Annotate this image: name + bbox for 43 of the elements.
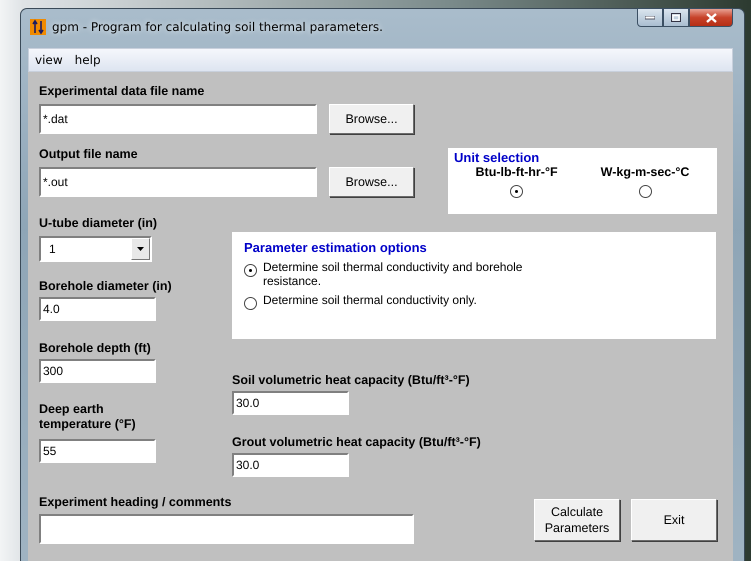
text-field[interactable]: *.dat (39, 104, 317, 134)
close-button[interactable] (689, 8, 733, 27)
browse-button[interactable]: Browse... (329, 104, 414, 134)
exit-button[interactable]: Exit (631, 499, 717, 541)
maximize-icon (671, 13, 681, 22)
field-label: U-tube diameter (in) (39, 216, 158, 231)
radio-button[interactable] (510, 185, 524, 198)
text-field[interactable] (39, 514, 414, 544)
text-field[interactable]: 55 (39, 439, 156, 463)
panel-title: Parameter estimation options (244, 240, 428, 255)
window-title: gpm - Program for calculating soil thermal parameters. (52, 20, 384, 34)
minimize-icon (645, 16, 655, 20)
option-label: W-kg-m-sec-°C (600, 165, 690, 180)
option-label: Determine soil thermal conductivity only. (263, 293, 478, 307)
field-label: Grout volumetric heat capacity (Btu/ft³-°F) (232, 435, 482, 450)
option-label: Determine soil thermal conductivity and borehole resistance. (263, 260, 524, 288)
close-icon (706, 12, 716, 22)
app-icon (30, 19, 46, 35)
minimize-button[interactable] (637, 8, 663, 27)
text-field[interactable]: 4.0 (39, 297, 156, 321)
panel-title: Unit selection (454, 150, 540, 165)
radio-button[interactable] (244, 264, 257, 277)
text-field[interactable]: *.out (39, 167, 317, 197)
field-label: Experiment heading / comments (39, 495, 232, 510)
field-label: Experimental data file name (39, 84, 206, 99)
maximize-button[interactable] (663, 8, 689, 27)
field-label: Output file name (39, 147, 139, 162)
text-field[interactable]: 30.0 (232, 391, 349, 415)
field-label: Borehole diameter (in) (39, 279, 173, 294)
dropdown-field[interactable]: 1 (39, 236, 152, 262)
field-label: Borehole depth (ft) (39, 341, 152, 356)
browse-button[interactable]: Browse... (329, 167, 414, 197)
radio-button[interactable] (244, 297, 257, 310)
field-label: Soil volumetric heat capacity (Btu/ft³-°F) (232, 373, 471, 388)
text-field[interactable]: 300 (39, 359, 156, 383)
option-label: Btu-lb-ft-hr-°F (476, 165, 558, 180)
dropdown-arrow-icon (137, 247, 144, 251)
menu-item[interactable]: help (68, 53, 107, 67)
calculate-button[interactable]: Calculate Parameters (534, 499, 620, 541)
menu-item[interactable]: view (29, 53, 69, 67)
radio-button[interactable] (638, 185, 652, 198)
text-field[interactable]: 30.0 (232, 453, 349, 477)
field-label: Deep earth temperature (°F) (39, 402, 137, 432)
